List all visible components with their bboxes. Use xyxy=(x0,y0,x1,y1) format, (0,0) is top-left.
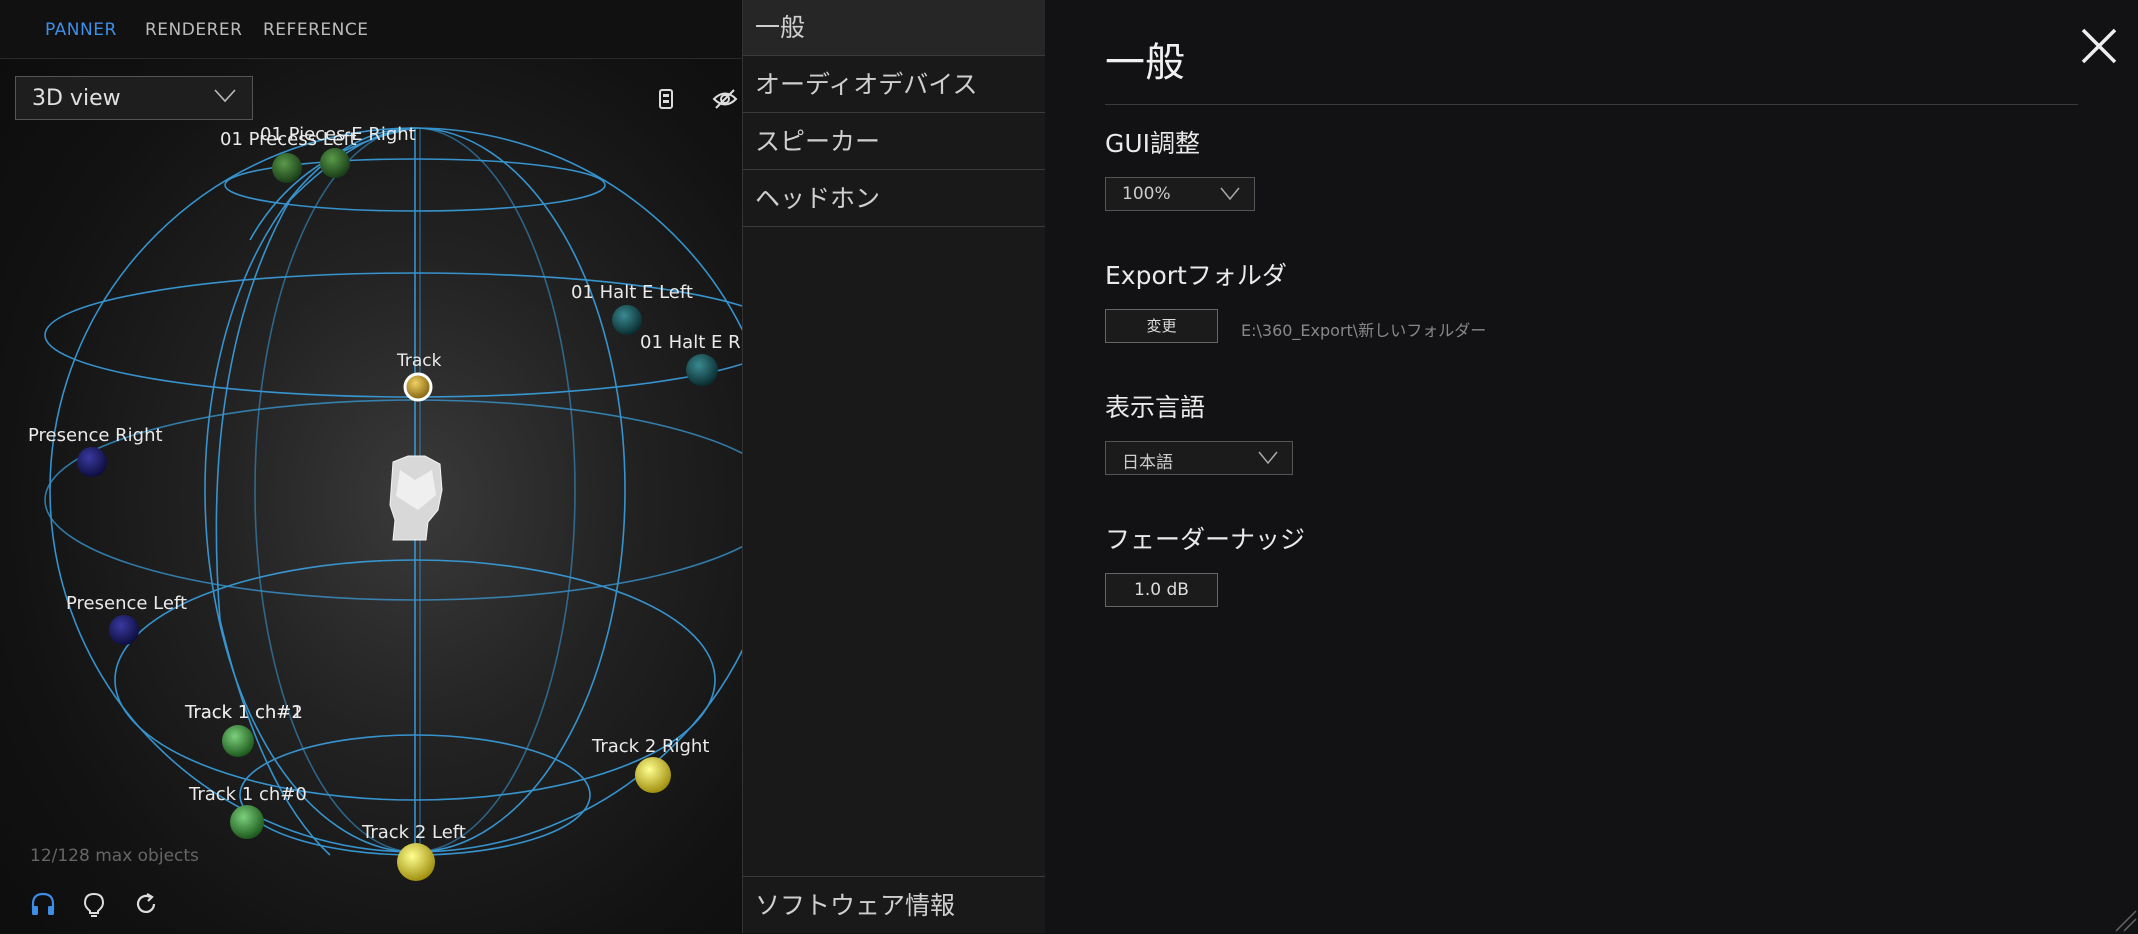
chevron-down-icon xyxy=(1220,187,1240,201)
listener-head xyxy=(389,455,443,541)
object-track-label: Track xyxy=(396,351,442,371)
object-presence-right-label: Presence Right xyxy=(28,425,163,446)
tab-panner[interactable]: PANNER xyxy=(45,20,117,40)
lightbulb-icon[interactable] xyxy=(83,892,105,918)
panner-panel: PANNER RENDERER REFERENCE 01 Precess Lef… xyxy=(0,0,742,933)
object-01-halt-e-left-marker[interactable] xyxy=(612,305,642,335)
solo-icon[interactable] xyxy=(658,88,674,110)
object-track-2-right-label: Track 2 Right xyxy=(591,736,709,757)
object-01-halt-e-right-marker[interactable] xyxy=(686,354,718,386)
language-value: 日本語 xyxy=(1122,453,1173,473)
gui-scale-value: 100% xyxy=(1122,184,1171,204)
object-track-2-left-marker[interactable] xyxy=(397,843,435,881)
object-presence-left-label: Presence Left xyxy=(66,593,187,614)
gui-scale-dropdown[interactable]: 100% xyxy=(1105,177,1255,211)
object-track-1-ch-1-marker[interactable] xyxy=(222,725,254,757)
export-path: E:\360_Export\新しいフォルダー xyxy=(1241,321,1487,340)
object-01-precess-left-marker[interactable] xyxy=(272,153,302,183)
gui-scale-label: GUI調整 xyxy=(1105,129,1201,158)
tab-renderer[interactable]: RENDERER xyxy=(145,20,242,40)
object-track-2-right-marker[interactable] xyxy=(635,757,671,793)
chevron-down-icon xyxy=(1258,451,1278,465)
object-track-1-ch-0-label: Track 1 ch#0 xyxy=(188,784,307,805)
object-01-halt-e-left-label: 01 Halt E Left xyxy=(571,282,693,303)
fader-nudge-label: フェーダーナッジ xyxy=(1105,525,1306,554)
resize-handle-icon[interactable] xyxy=(2112,907,2138,933)
object-track-1-ch-2-label: Track 1 ch#2 xyxy=(184,702,303,723)
object-track-2-left-label: Track 2 Left xyxy=(361,822,466,843)
language-dropdown[interactable]: 日本語 xyxy=(1105,441,1293,475)
panner-tabs: PANNER RENDERER REFERENCE xyxy=(0,0,742,59)
max-objects-count: 12/128 max objects xyxy=(30,846,199,866)
headphones-icon[interactable] xyxy=(30,892,56,916)
settings-panel: 一般 GUI調整 100% Exportフォルダ 変更 E:\360_Expor… xyxy=(1045,0,2138,933)
nav-item-headphone[interactable]: ヘッドホン xyxy=(743,171,1045,227)
view-mode-value: 3D view xyxy=(32,86,121,111)
change-folder-button[interactable]: 変更 xyxy=(1105,309,1218,343)
nav-item-audio-device[interactable]: オーディオデバイス xyxy=(743,57,1045,113)
tab-reference[interactable]: REFERENCE xyxy=(263,20,368,40)
object-track-marker[interactable] xyxy=(403,372,433,402)
fader-nudge-field[interactable]: 1.0 dB xyxy=(1105,573,1218,607)
page-title: 一般 xyxy=(1105,40,1185,86)
object-presence-right-marker[interactable] xyxy=(77,447,107,477)
view-mode-select[interactable]: 3D view xyxy=(15,76,253,120)
close-icon[interactable] xyxy=(2075,22,2123,70)
refresh-icon[interactable] xyxy=(134,892,158,916)
object-track-1-ch-0-marker[interactable] xyxy=(230,805,264,839)
nav-item-general[interactable]: 一般 xyxy=(743,0,1045,56)
nav-item-speaker[interactable]: スピーカー xyxy=(743,114,1045,170)
settings-nav: 一般 オーディオデバイス スピーカー ヘッドホン ソフトウェア情報 xyxy=(742,0,1046,933)
title-divider xyxy=(1105,104,2078,105)
object-presence-left-marker[interactable] xyxy=(109,615,139,645)
eye-slash-icon[interactable] xyxy=(712,88,738,110)
language-label: 表示言語 xyxy=(1105,393,1206,422)
nav-item-software-info[interactable]: ソフトウェア情報 xyxy=(743,876,1045,933)
panner-3d-view[interactable]: 01 Precess Left01 Pieces E Right01 Halt … xyxy=(0,58,742,933)
export-folder-label: Exportフォルダ xyxy=(1105,261,1287,290)
object-01-pieces-e-right-marker[interactable] xyxy=(320,148,350,178)
object-01-halt-e-right-label: 01 Halt E Right xyxy=(640,332,742,353)
chevron-down-icon xyxy=(214,89,236,103)
object-01-pieces-e-right-label: 01 Pieces E Right xyxy=(260,124,416,145)
